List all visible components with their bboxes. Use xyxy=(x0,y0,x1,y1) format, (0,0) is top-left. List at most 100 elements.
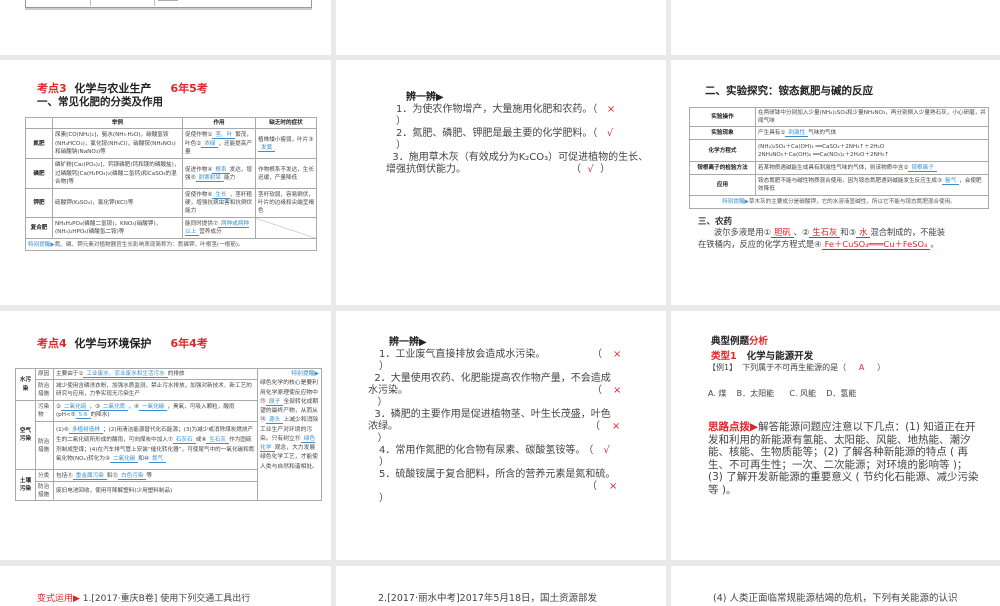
judge-item: 3．磷肥的主要作用是促进植物茎、叶生长茂盛，叶色 浓绿。 （ × ） xyxy=(368,409,620,445)
option-a[interactable]: A. 煤 xyxy=(708,389,726,398)
text: 一氧化碳 xyxy=(139,404,168,411)
judge-item: 1．为使农作物增产，大量施用化肥和农药。（ × ） xyxy=(396,104,615,128)
option-b[interactable]: B．太阳能 xyxy=(737,389,775,398)
question-text: (4) 人类正面临常规能源枯竭的危机，下列有关能源的认识 xyxy=(713,593,958,604)
table-row: 铵根离子的检验方法 若某物质遇碱能生成具有刺激性气味的气体，则该物质中含② 铵根离子 xyxy=(689,161,989,176)
text: 重金属污染 xyxy=(72,472,107,480)
option-d[interactable]: D．氢能 xyxy=(826,389,856,398)
text: 铵态氮肥不能与碱性物质混合使用，因为铵态氮肥遇到碱能发生反应生成③ xyxy=(758,178,943,185)
row-example: 磷矿粉[Ca₃(PO₄)₂]，钙镁磷肥(钙和镁的磷酸盐)，过磷酸钙[Ca(H₂P… xyxy=(52,158,183,190)
text: ） xyxy=(396,116,406,127)
text: 二氧化硫 xyxy=(61,404,90,411)
text: 4．常用作氮肥的化合物有尿素、碳酸氢铵等。 xyxy=(379,445,586,456)
row-content: 主要由于① 工业废水、农业废水和生活污水 的排放 xyxy=(53,367,258,381)
table-row: 水污染 原因 主要由于① 工业废水、农业废水和生活污水 的排放 特别提醒▶ 绿色化学的核… xyxy=(15,367,322,502)
slide-bottom-middle[interactable]: 2.[2017·丽水中考]2017年5月18日，国土资源部发 xyxy=(336,566,666,606)
slide-example[interactable]: 典型例题分析 类型1 化学与能源开发 【例1】 下列属于不可再生能源的是（ A … xyxy=(671,311,1000,560)
text: 5.6 xyxy=(75,412,91,420)
text: 2．大量使用农药、化肥能提高农作物产量，不会造成 xyxy=(374,373,611,384)
text: 特别提醒▶ xyxy=(291,371,319,377)
header-symptom: 缺乏时的症状 xyxy=(255,116,317,130)
text: 能力 xyxy=(224,174,236,181)
slide-environment[interactable]: 考点4 化学与环境保护 6年4考 水污染 原因 主要由于① 工业废水、农业废水和生活… xyxy=(0,311,331,560)
text: （ xyxy=(592,385,602,396)
row-label: 铵根离子的检验方法 xyxy=(689,161,756,176)
judge-item: 2．氮肥、磷肥、钾肥是最主要的化学肥料。（ √ ） xyxy=(396,128,613,152)
judge-heading: 辨一辨▶ xyxy=(389,337,427,348)
text: 在铁桶内，反应的化学方程式是④ xyxy=(698,239,822,249)
slide-fertilizer[interactable]: 考点3 化学与农业生产 6年5考 一、常见化肥的分类及作用 举例 作用 缺乏时的症状… xyxy=(0,60,331,305)
slide-judge-2[interactable]: 辨一辨▶ 1．工业废气直接排放会造成水污染。 （ × ） 2．大量使用农药、化肥能提高… xyxy=(336,311,666,560)
row-content: (1)⑥ 多植树造林 ；(2)用清洁能源替代化石能源；(3)为减少或消除煤炭燃烧产生… xyxy=(53,421,258,471)
row-label: 实验现象 xyxy=(689,126,756,141)
text: 1．为使农作物增产，大量施用化肥和农药。（ xyxy=(396,104,598,115)
text: 包括⑪ xyxy=(56,472,73,479)
text: ） xyxy=(379,457,389,468)
text: 多植树造林 xyxy=(68,427,103,435)
text: 白色污染 xyxy=(117,472,147,480)
example-heading: 典型例题分析 xyxy=(711,333,768,347)
text: ） xyxy=(877,363,886,372)
text: × xyxy=(613,349,622,360)
text: (NH₄)₂SO₄＋Ca(OH)₂ ══CaSO₄＋2NH₃↑＋2H₂O xyxy=(758,143,885,150)
judge-heading: 辨一辨▶ xyxy=(406,92,444,103)
slide-top-right[interactable] xyxy=(671,0,1000,55)
table-row: 实验操作 在两研钵中分别加入少量(NH₄)₂SO₄和少量NH₄NO₃，再分别倒入少… xyxy=(689,106,989,128)
text: 和⑫ xyxy=(106,472,118,479)
row-type: 复合肥 xyxy=(25,217,53,240)
row-label: 防治措施 xyxy=(35,379,54,402)
text: ） xyxy=(379,361,389,372)
text: 、② xyxy=(793,227,810,237)
text: 植株矮小瘦弱，叶片③ xyxy=(258,136,314,143)
option-c[interactable]: C. 风能 xyxy=(789,389,816,398)
slide-bottom-right[interactable]: (4) 人类正面临常规能源枯竭的危机，下列有关能源的认识 xyxy=(671,566,1000,606)
slide-judge-1[interactable]: 辨一辨▶ 1．为使农作物增产，大量施用化肥和农药。（ × ） 2．氮肥、磷肥、钾肥… xyxy=(336,60,666,305)
judge-item: 3．施用草木灰（有效成分为K₂CO₃）可促进植物的生长、 增强抗倒伏能力。（ √ … xyxy=(386,152,648,176)
row-example: NH₄H₂PO₄(磷酸二氢铵)，KNO₃(硝酸钾)，(NH₄)₂HPO₄(磷酸氢… xyxy=(52,217,183,240)
example-type: 类型1 化学与能源开发 xyxy=(711,348,813,362)
experiment-table: 实验操作 在两研钵中分别加入少量(NH₄)₂SO₄和少量NH₄NO₃，再分别倒入少… xyxy=(689,106,989,210)
text: （ xyxy=(592,349,602,360)
text: 生石灰 xyxy=(206,436,230,444)
text: 思路点拨▶ xyxy=(708,421,759,433)
slide-top-left[interactable] xyxy=(0,0,331,55)
fertilizer-table: 举例 作用 缺乏时的症状 氮肥 尿素[CO(NH₂)₂]，氨水(NH₃·H₂O)，碳酸… xyxy=(25,116,317,252)
answer-fill: 茎、叶 xyxy=(212,132,236,140)
answer-fill: 氨气 xyxy=(942,178,960,186)
row-label: 分类 xyxy=(35,469,54,483)
row-type: 磷肥 xyxy=(25,158,53,190)
row-effect: 能同时提供⑦ 两种或两种以上 营养成分 xyxy=(182,217,256,240)
text: 或⑧ xyxy=(195,436,207,443)
text: 产生具有① xyxy=(758,130,786,137)
topic-title: 化学与环境保护 xyxy=(74,337,152,350)
check-mark: √ xyxy=(606,128,614,139)
row-label: 防治措施 xyxy=(35,481,54,502)
text: ） xyxy=(377,397,388,408)
section-heading: 一、常见化肥的分类及作用 xyxy=(37,96,163,108)
text: 原子 xyxy=(265,398,284,406)
judge-item: 2．大量使用农药、化肥能提高农作物产量，不会造成 水污染。 （ × ） xyxy=(368,373,621,409)
text: 5．硫酸铵属于复合肥料，所含的营养元素是氮和硫。 xyxy=(379,469,616,480)
text: 和⑩ xyxy=(138,456,150,463)
slide-experiment[interactable]: 二、实验探究：铵态氮肥与碱的反应 实验操作 在两研钵中分别加入少量(NH₄)₂SO… xyxy=(671,60,1000,305)
text: 。 xyxy=(930,239,939,249)
table-bottom-edge xyxy=(25,0,312,8)
slide-title: 考点4 化学与环境保护 6年4考 xyxy=(37,335,208,351)
row-effect: 促使作物① 茎、叶 繁茂，叶色② 浓绿 ，还能提高产量 xyxy=(182,128,256,160)
row-effect: 促使作物⑥ 生长 ，茎秆粗硬，增强抗病虫害和抗倒伏能力 xyxy=(182,188,256,219)
slide-bottom-left[interactable]: 变式运用▶ 1.[2017·重庆B卷] 使用下列交通工具出行 xyxy=(0,566,331,606)
text: 混合制成的，不能装 xyxy=(870,227,946,237)
text: 2．氮肥、磷肥、钾肥是最主要的化学肥料。（ xyxy=(396,128,598,139)
text: 浓绿。 xyxy=(368,421,398,432)
slide-top-middle[interactable] xyxy=(336,0,666,55)
diagonal-cell xyxy=(255,217,317,240)
answer-fill: 耐寒耐旱 xyxy=(195,174,224,182)
row-content: 产生具有① 刺激性 气味的气体 xyxy=(755,126,989,141)
tip-note: 特别提醒▶草木灰的主要成分是碳酸钾，它的水溶液显碱性，所以它不能与铵态氮肥混合使… xyxy=(689,195,989,210)
text: ，③ xyxy=(89,404,101,410)
text: 化学与能源开发 xyxy=(746,351,814,362)
row-content: 若某物质遇碱能生成具有刺激性气味的气体，则该物质中含② 铵根离子 xyxy=(755,161,989,176)
row-content: 废旧电池回收，使用可降解塑料(少用塑料制品) xyxy=(53,481,258,502)
row-content: 在两研钵中分别加入少量(NH₄)₂SO₄和少量NH₄NO₃，再分别倒入少量熟石灰… xyxy=(755,106,989,128)
row-category: 空气污染 xyxy=(15,400,36,471)
